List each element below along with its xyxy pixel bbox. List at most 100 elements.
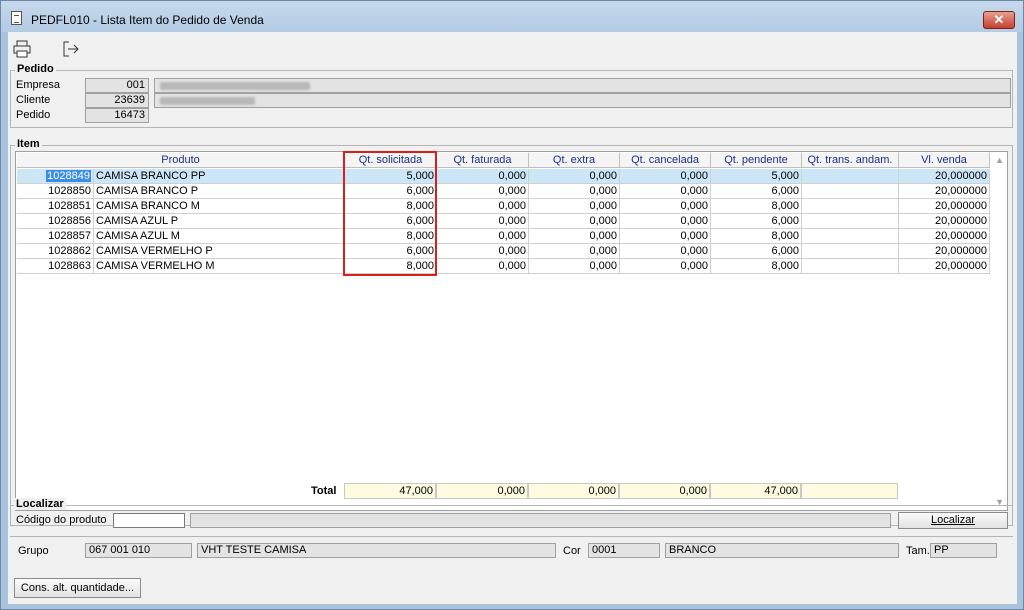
cell-produto: CAMISA AZUL M xyxy=(94,229,345,244)
cell-qt-solicitada: 8,000 xyxy=(345,229,437,244)
cell-vl-venda: 20,000000 xyxy=(899,229,990,244)
grupo-label: Grupo xyxy=(18,545,49,557)
cell-qt-cancelada: 0,000 xyxy=(620,169,711,184)
item-group-title: Item xyxy=(15,138,42,150)
cell-qt-trans-andam xyxy=(802,214,899,229)
cell-code: 1028850 xyxy=(17,184,94,199)
selected-code: 1028849 xyxy=(46,170,91,182)
cell-qt-trans-andam xyxy=(802,259,899,274)
close-button[interactable]: ✕ xyxy=(983,11,1015,29)
cell-qt-cancelada: 0,000 xyxy=(620,229,711,244)
pedido-field: 16473 xyxy=(85,108,149,123)
cell-qt-pendente: 6,000 xyxy=(711,214,802,229)
cor-code-field: 0001 xyxy=(588,543,660,558)
cell-vl-venda: 20,000000 xyxy=(899,184,990,199)
total-label: Total xyxy=(311,485,337,497)
cell-qt-trans-andam xyxy=(802,184,899,199)
cell-qt-pendente: 8,000 xyxy=(711,199,802,214)
cell-qt-extra: 0,000 xyxy=(529,169,620,184)
cell-qt-trans-andam xyxy=(802,199,899,214)
cell-produto: CAMISA BRANCO PP xyxy=(94,169,345,184)
cor-label: Cor xyxy=(563,545,581,557)
printer-icon[interactable] xyxy=(12,40,32,60)
cell-qt-extra: 0,000 xyxy=(529,214,620,229)
cell-code: 1028856 xyxy=(17,214,94,229)
col-qt-pendente[interactable]: Qt. pendente xyxy=(711,153,802,168)
cliente-name-field xyxy=(154,93,1011,108)
cell-vl-venda: 20,000000 xyxy=(899,199,990,214)
total-qt-pendente: 47,000 xyxy=(710,483,801,499)
cell-code: 1028863 xyxy=(17,259,94,274)
cell-vl-venda: 20,000000 xyxy=(899,244,990,259)
cell-qt-solicitada: 6,000 xyxy=(345,214,437,229)
cell-produto: CAMISA VERMELHO M xyxy=(94,259,345,274)
cell-qt-pendente: 8,000 xyxy=(711,259,802,274)
scroll-up-icon[interactable]: ▲ xyxy=(995,155,1004,165)
exit-icon[interactable] xyxy=(61,40,81,60)
cell-qt-solicitada: 8,000 xyxy=(345,259,437,274)
empresa-label: Empresa xyxy=(16,79,61,91)
cell-qt-faturada: 0,000 xyxy=(437,169,529,184)
codigo-produto-input[interactable] xyxy=(113,513,185,528)
app-window: PEDFL010 - Lista Item do Pedido de Venda… xyxy=(0,0,1024,610)
empresa-name-field xyxy=(154,78,1011,93)
cell-vl-venda: 20,000000 xyxy=(899,169,990,184)
cell-qt-extra: 0,000 xyxy=(529,259,620,274)
cell-qt-extra: 0,000 xyxy=(529,199,620,214)
cell-qt-trans-andam xyxy=(802,244,899,259)
col-qt-cancelada[interactable]: Qt. cancelada xyxy=(620,153,711,168)
window-title: PEDFL010 - Lista Item do Pedido de Venda xyxy=(31,13,264,27)
cell-qt-pendente: 6,000 xyxy=(711,244,802,259)
tam-label: Tam. xyxy=(906,545,930,557)
items-grid: Produto Qt. solicitada Qt. faturada Qt. … xyxy=(15,151,1008,511)
cor-name-field: BRANCO xyxy=(665,543,899,558)
cell-qt-pendente: 6,000 xyxy=(711,184,802,199)
cell-qt-trans-andam xyxy=(802,229,899,244)
cons-alt-quantidade-button[interactable]: Cons. alt. quantidade... xyxy=(14,578,141,598)
localizar-button-label: Localizar xyxy=(930,514,976,526)
localizar-button[interactable]: Localizar xyxy=(898,512,1008,529)
cliente-label: Cliente xyxy=(16,94,51,106)
cell-qt-faturada: 0,000 xyxy=(437,199,529,214)
cell-qt-solicitada: 6,000 xyxy=(345,184,437,199)
cliente-field: 23639 xyxy=(85,93,149,108)
cell-produto: CAMISA VERMELHO P xyxy=(94,244,345,259)
cell-qt-pendente: 8,000 xyxy=(711,229,802,244)
cell-qt-extra: 0,000 xyxy=(529,229,620,244)
col-qt-faturada[interactable]: Qt. faturada xyxy=(437,153,529,168)
cell-code: 1028862 xyxy=(17,244,94,259)
col-qt-solicitada[interactable]: Qt. solicitada xyxy=(345,153,437,168)
cell-qt-faturada: 0,000 xyxy=(437,229,529,244)
col-produto[interactable]: Produto xyxy=(17,153,345,168)
title-bar: PEDFL010 - Lista Item do Pedido de Venda… xyxy=(1,1,1023,32)
cell-qt-solicitada: 8,000 xyxy=(345,199,437,214)
col-vl-venda[interactable]: Vl. venda xyxy=(899,153,990,168)
localizar-group-title: Localizar xyxy=(14,498,66,510)
cell-vl-venda: 20,000000 xyxy=(899,259,990,274)
cell-code: 1028849 xyxy=(17,169,94,184)
document-icon xyxy=(11,11,22,25)
cell-produto: CAMISA AZUL P xyxy=(94,214,345,229)
tam-field: PP xyxy=(930,543,997,558)
col-qt-extra[interactable]: Qt. extra xyxy=(529,153,620,168)
pedido-label: Pedido xyxy=(16,109,51,121)
codigo-produto-label: Código do produto xyxy=(16,514,107,526)
cell-code: 1028857 xyxy=(17,229,94,244)
total-qt-extra: 0,000 xyxy=(528,483,619,499)
cell-vl-venda: 20,000000 xyxy=(899,214,990,229)
cell-qt-faturada: 0,000 xyxy=(437,259,529,274)
total-qt-solicitada: 47,000 xyxy=(344,483,436,499)
grupo-code-field: 067 001 010 xyxy=(85,543,192,558)
cell-produto: CAMISA BRANCO P xyxy=(94,184,345,199)
empresa-field: 001 xyxy=(85,78,149,93)
col-qt-trans-andam[interactable]: Qt. trans. andam. xyxy=(802,153,899,168)
cell-qt-cancelada: 0,000 xyxy=(620,184,711,199)
total-qt-cancelada: 0,000 xyxy=(619,483,710,499)
cell-qt-cancelada: 0,000 xyxy=(620,244,711,259)
total-qt-faturada: 0,000 xyxy=(436,483,528,499)
cell-qt-trans-andam xyxy=(802,169,899,184)
cell-qt-extra: 0,000 xyxy=(529,244,620,259)
cell-qt-cancelada: 0,000 xyxy=(620,259,711,274)
cell-qt-solicitada: 5,000 xyxy=(345,169,437,184)
client-area: Pedido Empresa 001 Cliente 23639 Pedido … xyxy=(8,32,1017,604)
